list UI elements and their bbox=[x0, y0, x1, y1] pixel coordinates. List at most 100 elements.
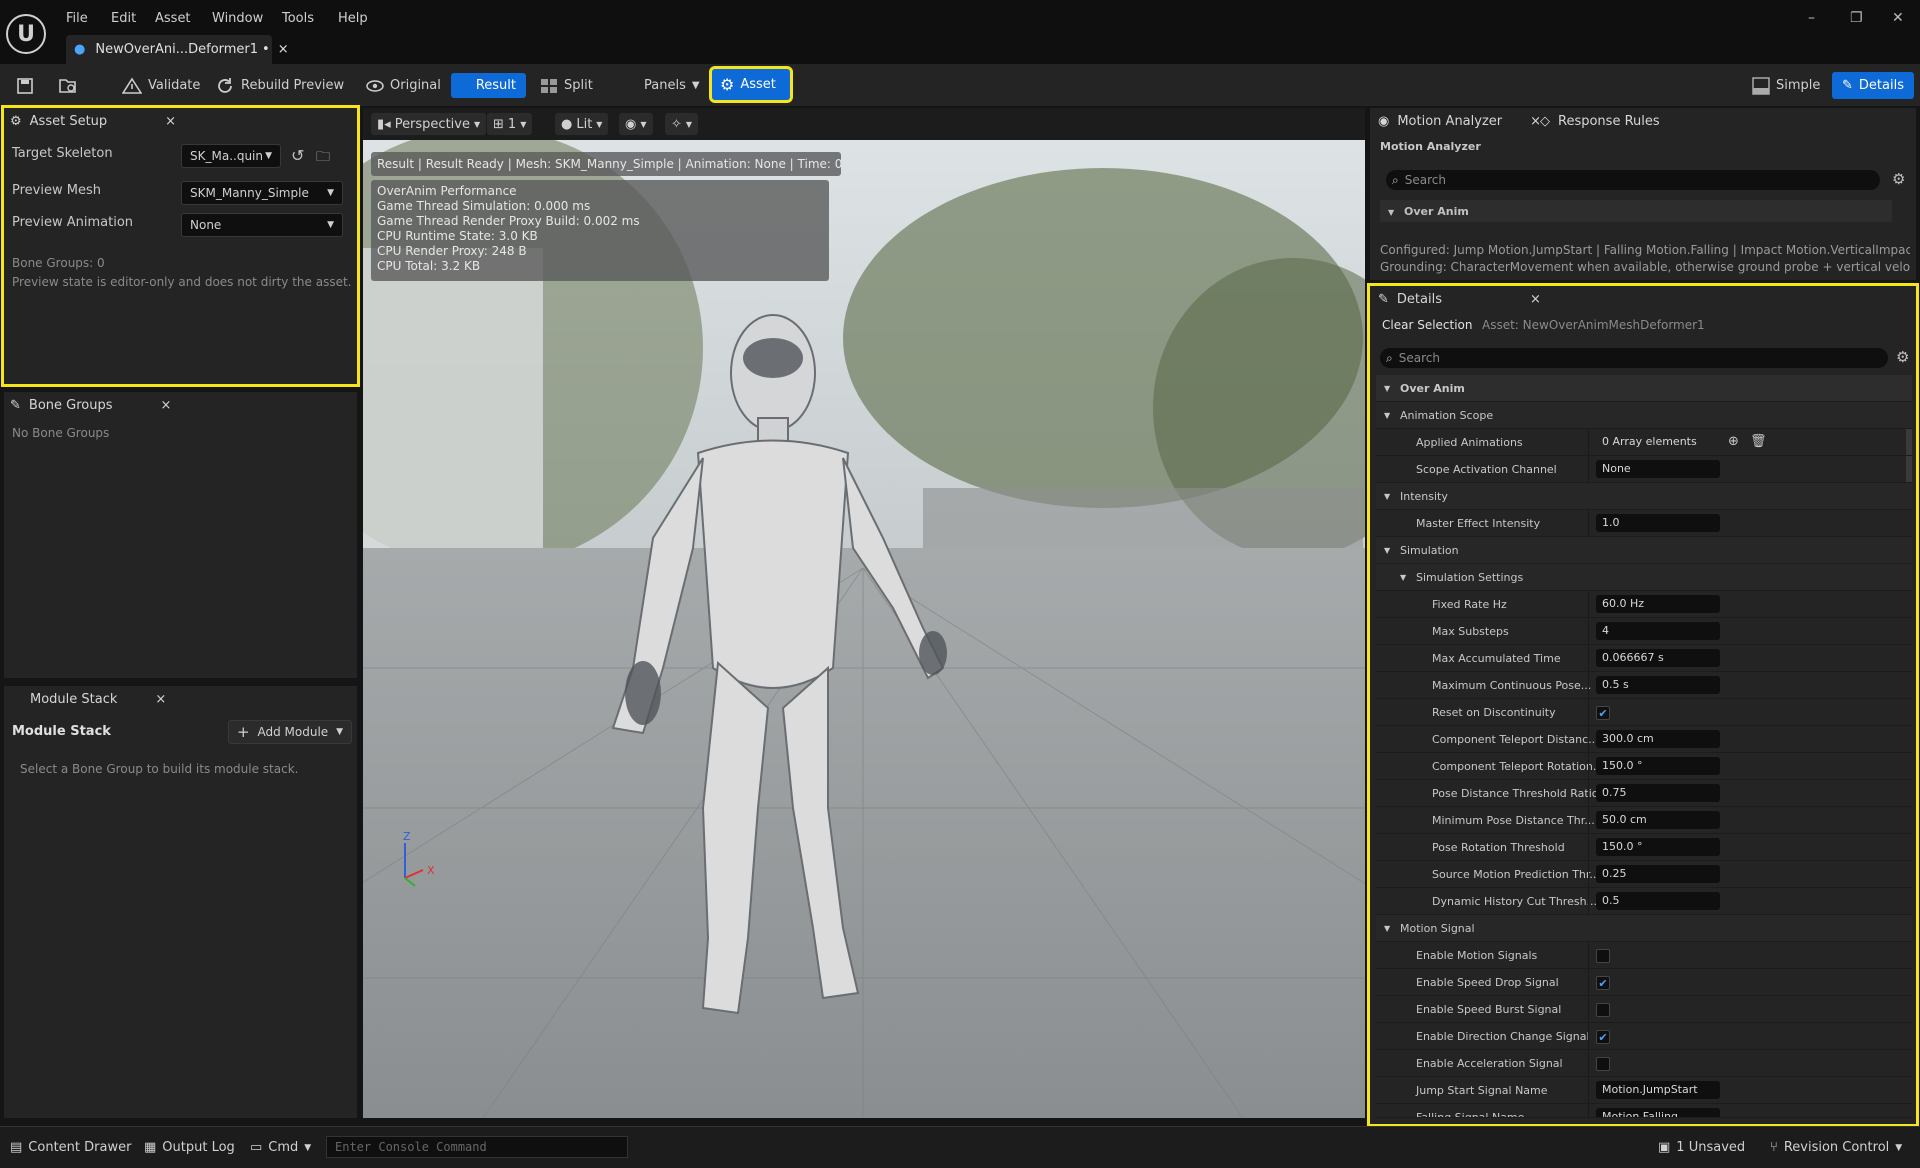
property-row[interactable]: ▼ Intensity bbox=[1376, 483, 1912, 510]
close-icon[interactable]: × bbox=[1530, 292, 1541, 307]
reset-icon[interactable]: ↺ bbox=[291, 146, 304, 165]
property-row[interactable]: Reset on Discontinuity ✔ bbox=[1376, 699, 1912, 726]
property-value[interactable]: 0.25 bbox=[1596, 865, 1720, 883]
property-row[interactable]: Falling Signal Name Motion.Falling bbox=[1376, 1104, 1912, 1118]
unsaved-button[interactable]: ▣ 1 Unsaved bbox=[1658, 1140, 1745, 1155]
expand-arrow-icon[interactable]: ▼ bbox=[1384, 411, 1390, 420]
property-row[interactable]: Component Teleport Distanc... 300.0 cm bbox=[1376, 726, 1912, 753]
property-row[interactable]: ▼ Simulation bbox=[1376, 537, 1912, 564]
property-row[interactable]: Enable Acceleration Signal bbox=[1376, 1050, 1912, 1077]
property-row[interactable]: Max Accumulated Time 0.066667 s bbox=[1376, 645, 1912, 672]
property-row[interactable]: Pose Distance Threshold Ratio 0.75 bbox=[1376, 780, 1912, 807]
motion-analyzer-tab[interactable]: ◉ Motion Analyzer × bbox=[1378, 108, 1541, 134]
property-value[interactable]: 150.0 ° bbox=[1596, 757, 1720, 775]
menu-tools[interactable]: Tools bbox=[282, 11, 314, 26]
property-row[interactable]: ▼ Animation Scope bbox=[1376, 402, 1912, 429]
property-row[interactable]: Enable Speed Burst Signal bbox=[1376, 996, 1912, 1023]
asset-button[interactable]: ⚙ Asset bbox=[709, 66, 793, 103]
property-checkbox[interactable]: ✔ bbox=[1596, 706, 1610, 720]
menu-edit[interactable]: Edit bbox=[111, 11, 136, 26]
property-value[interactable]: 0.5 bbox=[1596, 892, 1720, 910]
menu-asset[interactable]: Asset bbox=[155, 11, 191, 26]
asset-setup-tab[interactable]: ⚙ Asset Setup × bbox=[10, 108, 176, 134]
expand-arrow-icon[interactable]: ▼ bbox=[1384, 384, 1390, 393]
add-element-icon[interactable]: ⊕ bbox=[1728, 434, 1739, 449]
restore-icon[interactable]: ❐ bbox=[1850, 10, 1863, 26]
details-tab[interactable]: ✎ Details × bbox=[1378, 286, 1541, 312]
revision-control-button[interactable]: ⑂ Revision Control ▼ bbox=[1770, 1140, 1902, 1155]
expand-arrow-icon[interactable]: ▼ bbox=[1400, 573, 1406, 582]
property-value[interactable]: Motion.Falling bbox=[1596, 1108, 1720, 1117]
original-button[interactable]: Original bbox=[366, 73, 441, 98]
perspective-dropdown[interactable]: ▮◂ Perspective ▼ bbox=[371, 113, 487, 135]
split-button[interactable]: Split bbox=[540, 73, 593, 98]
motion-analyzer-category[interactable]: ▼ Over Anim bbox=[1380, 200, 1892, 222]
property-row[interactable]: Dynamic History Cut Thresh... 0.5 bbox=[1376, 888, 1912, 915]
console-input[interactable]: Enter Console Command bbox=[326, 1136, 628, 1158]
viewport[interactable]: Z X Result | Result Ready | Mesh: SKM_Ma… bbox=[363, 108, 1365, 1118]
property-row[interactable]: Enable Speed Drop Signal ✔ bbox=[1376, 969, 1912, 996]
property-checkbox[interactable] bbox=[1596, 1057, 1610, 1071]
validate-button[interactable]: Validate bbox=[122, 73, 200, 98]
close-icon[interactable]: × bbox=[278, 42, 289, 57]
browse-icon[interactable] bbox=[58, 73, 78, 98]
tools-dropdown[interactable]: ✧ ▼ bbox=[665, 113, 699, 135]
property-value[interactable]: None bbox=[1596, 460, 1720, 478]
browse-folder-icon[interactable]: 🗀 bbox=[316, 146, 330, 170]
property-row[interactable]: Minimum Pose Distance Thr... 50.0 cm bbox=[1376, 807, 1912, 834]
bone-groups-tab[interactable]: ✎ Bone Groups × bbox=[10, 392, 171, 418]
unreal-logo-icon[interactable]: U bbox=[6, 14, 46, 54]
property-row[interactable]: Master Effect Intensity 1.0 bbox=[1376, 510, 1912, 537]
lit-dropdown[interactable]: ● Lit ▼ bbox=[555, 113, 609, 135]
preview-animation-dropdown[interactable]: None ▼ bbox=[181, 213, 343, 237]
save-icon[interactable] bbox=[16, 73, 34, 98]
property-row[interactable]: Enable Direction Change Signal ✔ bbox=[1376, 1023, 1912, 1050]
property-row[interactable]: ▼ Over Anim bbox=[1376, 375, 1912, 402]
settings-gear-icon[interactable]: ⚙ bbox=[1896, 348, 1909, 366]
property-checkbox[interactable]: ✔ bbox=[1596, 1030, 1610, 1044]
content-drawer-button[interactable]: ▤ Content Drawer bbox=[10, 1140, 131, 1155]
property-row[interactable]: ▼ Simulation Settings bbox=[1376, 564, 1912, 591]
property-value[interactable]: Motion.JumpStart bbox=[1596, 1081, 1720, 1099]
response-rules-tab[interactable]: ◇ Response Rules bbox=[1540, 108, 1660, 134]
minimize-icon[interactable]: – bbox=[1808, 10, 1815, 26]
result-button[interactable]: Result bbox=[451, 73, 526, 98]
show-dropdown[interactable]: ◉ ▼ bbox=[619, 113, 653, 135]
close-icon[interactable]: × bbox=[165, 114, 176, 129]
property-checkbox[interactable]: ✔ bbox=[1596, 976, 1610, 990]
expand-arrow-icon[interactable]: ▼ bbox=[1384, 492, 1390, 501]
module-stack-tab[interactable]: Module Stack × bbox=[30, 686, 166, 712]
expand-arrow-icon[interactable]: ▼ bbox=[1384, 546, 1390, 555]
settings-gear-icon[interactable]: ⚙ bbox=[1892, 170, 1905, 188]
preview-mesh-dropdown[interactable]: SKM_Manny_Simple ▼ bbox=[181, 181, 343, 205]
property-value[interactable]: 0.75 bbox=[1596, 784, 1720, 802]
simple-button[interactable]: Simple bbox=[1752, 73, 1820, 98]
property-row[interactable]: Source Motion Prediction Thr... 0.25 bbox=[1376, 861, 1912, 888]
property-value[interactable]: 50.0 cm bbox=[1596, 811, 1720, 829]
property-row[interactable]: Applied Animations 0 Array elements ⊕ 🗑 bbox=[1376, 429, 1912, 456]
property-checkbox[interactable] bbox=[1596, 949, 1610, 963]
property-value[interactable]: 150.0 ° bbox=[1596, 838, 1720, 856]
property-value[interactable]: 1.0 bbox=[1596, 514, 1720, 532]
expand-arrow-icon[interactable]: ▼ bbox=[1384, 924, 1390, 933]
add-module-button[interactable]: + Add Module ▼ bbox=[228, 720, 352, 744]
motion-analyzer-search[interactable]: ⌕ Search bbox=[1386, 170, 1880, 190]
clear-selection-button[interactable]: Clear Selection bbox=[1382, 318, 1473, 332]
panels-dropdown[interactable]: Panels ▼ bbox=[644, 73, 700, 98]
property-row[interactable]: Enable Motion Signals bbox=[1376, 942, 1912, 969]
close-icon[interactable]: × bbox=[161, 398, 172, 413]
layout-dropdown[interactable]: ⊞ 1 ▼ bbox=[487, 113, 533, 135]
details-button[interactable]: ✎ Details bbox=[1832, 72, 1914, 99]
property-row[interactable]: Jump Start Signal Name Motion.JumpStart bbox=[1376, 1077, 1912, 1104]
output-log-button[interactable]: ▦ Output Log bbox=[144, 1140, 235, 1155]
property-value[interactable]: 0.5 s bbox=[1596, 676, 1720, 694]
property-checkbox[interactable] bbox=[1596, 1003, 1610, 1017]
menu-window[interactable]: Window bbox=[212, 11, 263, 26]
property-value[interactable]: 60.0 Hz bbox=[1596, 595, 1720, 613]
window-close-icon[interactable]: ✕ bbox=[1892, 10, 1904, 26]
details-search[interactable]: ⌕ Search bbox=[1380, 348, 1888, 368]
property-row[interactable]: Fixed Rate Hz 60.0 Hz bbox=[1376, 591, 1912, 618]
property-row[interactable]: Scope Activation Channel None bbox=[1376, 456, 1912, 483]
menu-file[interactable]: File bbox=[66, 11, 88, 26]
property-row[interactable]: Max Substeps 4 bbox=[1376, 618, 1912, 645]
